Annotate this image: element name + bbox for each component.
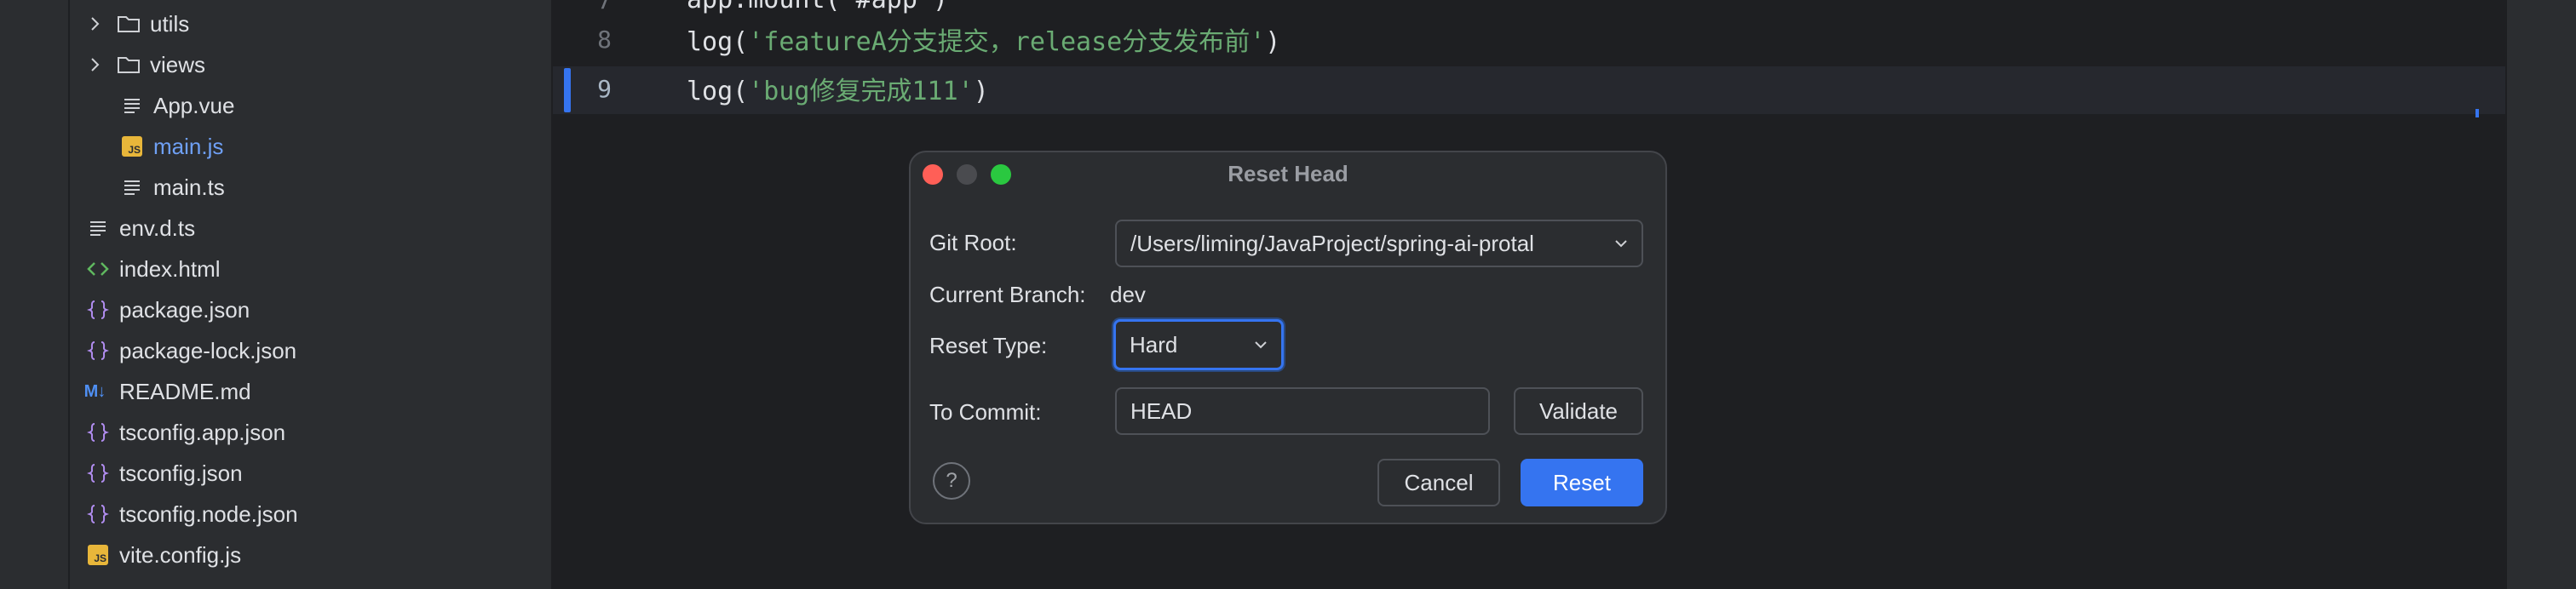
tree-item-tsconfig-app-json[interactable]: tsconfig.app.json <box>85 414 285 451</box>
code-line-partial: app.mount('#app') <box>687 0 948 14</box>
js-file-icon: JS <box>119 134 145 159</box>
git-root-value: /Users/liming/JavaProject/spring-ai-prot… <box>1130 230 1534 256</box>
chevron-down-icon <box>1615 240 1627 248</box>
tree-item-label: tsconfig.app.json <box>119 419 286 445</box>
reset-button[interactable]: Reset <box>1521 459 1643 506</box>
dialog-title: Reset Head <box>1228 161 1348 186</box>
code-line[interactable]: log('bug修复完成111') <box>687 70 989 107</box>
git-root-label: Git Root: <box>929 230 1017 255</box>
code-string-token: 'featureA分支提交，release分支发布前' <box>748 27 1266 57</box>
chevron-right-icon[interactable] <box>85 54 106 75</box>
line-number: 8 <box>597 26 612 54</box>
json-file-icon <box>85 297 111 323</box>
tree-item-main-js[interactable]: JS main.js <box>119 128 223 165</box>
validate-button[interactable]: Validate <box>1514 387 1643 435</box>
html-file-icon <box>85 256 111 282</box>
tree-item-app-vue[interactable]: App.vue <box>119 87 234 124</box>
chevron-right-icon[interactable] <box>85 14 106 34</box>
chevron-down-icon <box>1255 341 1267 349</box>
json-file-icon <box>85 420 111 445</box>
current-branch-value: dev <box>1110 282 1146 307</box>
markdown-file-icon: M↓ <box>83 381 106 401</box>
tree-item-package-lock-json[interactable]: package-lock.json <box>85 332 296 369</box>
reset-type-label: Reset Type: <box>929 333 1048 358</box>
js-file-icon: JS <box>85 542 111 568</box>
text-file-icon <box>119 93 145 118</box>
tree-item-vite-config-js[interactable]: JS vite.config.js <box>85 536 241 574</box>
tree-item-env-d-ts[interactable]: env.d.ts <box>85 209 195 247</box>
tree-item-package-json[interactable]: package.json <box>85 291 250 329</box>
reset-type-select[interactable]: Hard <box>1113 319 1284 370</box>
code-function-token: log( <box>687 27 749 57</box>
json-file-icon <box>85 460 111 486</box>
reset-type-value: Hard <box>1130 331 1178 357</box>
tree-item-tsconfig-node-json[interactable]: tsconfig.node.json <box>85 495 298 533</box>
code-paren-token: ) <box>1265 27 1281 57</box>
left-tool-strip <box>0 0 68 589</box>
git-root-select[interactable]: /Users/liming/JavaProject/spring-ai-prot… <box>1115 220 1643 267</box>
tree-item-label: utils <box>150 10 190 37</box>
tree-item-label: tsconfig.node.json <box>119 500 298 527</box>
code-line[interactable]: log('featureA分支提交，release分支发布前') <box>687 20 1280 58</box>
tree-item-label: main.ts <box>153 174 225 200</box>
line-number-partial: 7 <box>597 0 612 14</box>
code-paren-token: ) <box>973 77 989 106</box>
tree-item-label: package.json <box>119 296 250 323</box>
cancel-button[interactable]: Cancel <box>1377 459 1500 506</box>
scrollbar-marker[interactable] <box>2475 109 2479 117</box>
tree-item-label: env.d.ts <box>119 214 196 241</box>
to-commit-label: To Commit: <box>929 399 1042 425</box>
right-tool-strip <box>2505 0 2576 589</box>
json-file-icon <box>85 338 111 363</box>
code-string-token: 'bug修复完成111' <box>748 77 974 106</box>
help-button[interactable]: ? <box>933 462 970 500</box>
tree-item-label: index.html <box>119 255 221 282</box>
tree-item-label: tsconfig.json <box>119 460 243 486</box>
tree-item-label: main.js <box>153 133 224 159</box>
folder-icon <box>116 11 141 37</box>
line-number: 9 <box>597 75 612 103</box>
text-file-icon <box>85 215 111 241</box>
tree-item-label: views <box>150 51 206 77</box>
tree-item-main-ts[interactable]: main.ts <box>119 169 225 206</box>
right-strip-border <box>2505 0 2507 589</box>
folder-icon <box>116 52 141 77</box>
tree-item-utils[interactable]: utils <box>85 5 189 43</box>
code-function-token: log( <box>687 77 749 106</box>
text-file-icon <box>119 174 145 200</box>
tree-item-label: vite.config.js <box>119 541 242 568</box>
to-commit-input[interactable]: HEAD <box>1115 387 1490 435</box>
tree-item-views[interactable]: views <box>85 46 205 83</box>
reset-head-dialog: Reset Head Git Root: /Users/liming/JavaP… <box>909 151 1667 524</box>
tree-item-readme-md[interactable]: M↓ README.md <box>84 373 251 410</box>
tree-item-tsconfig-json[interactable]: tsconfig.json <box>85 455 243 492</box>
current-branch-label: Current Branch: <box>929 282 1086 307</box>
tree-item-index-html[interactable]: index.html <box>85 250 221 288</box>
tree-item-label: App.vue <box>153 92 235 118</box>
tree-item-label: package-lock.json <box>119 337 297 363</box>
json-file-icon <box>85 501 111 527</box>
to-commit-value: HEAD <box>1130 397 1193 424</box>
tree-item-label: README.md <box>119 378 251 404</box>
